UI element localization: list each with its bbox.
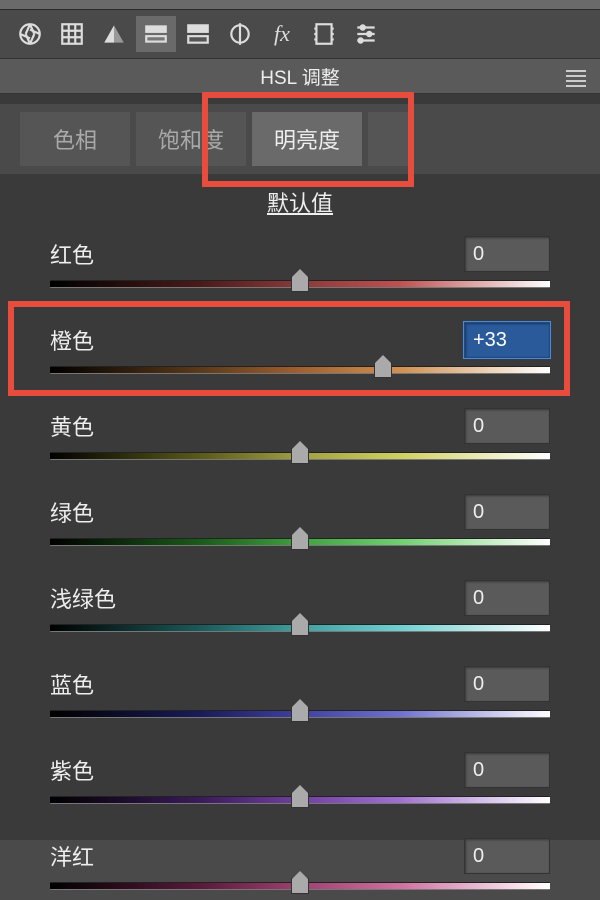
slider-thumb[interactable]	[291, 878, 309, 894]
triangle-icon[interactable]	[94, 16, 134, 52]
slider-label: 浅绿色	[50, 582, 116, 614]
grid-icon[interactable]	[52, 16, 92, 52]
slider-row-6: 紫色 0	[50, 752, 550, 814]
slider-thumb[interactable]	[291, 448, 309, 464]
panel-header: HSL 调整	[0, 58, 600, 94]
tab-row: 色相 饱和度 明亮度	[0, 104, 600, 174]
film-icon[interactable]	[304, 16, 344, 52]
slider-track[interactable]	[50, 882, 550, 900]
tab-empty[interactable]	[368, 112, 413, 166]
slider-row-5: 蓝色 0	[50, 666, 550, 728]
slider-row-0: 红色 0	[50, 236, 550, 298]
slider-value-input[interactable]: 0	[464, 666, 550, 702]
slider-row-3: 绿色 0	[50, 494, 550, 556]
tab-saturation[interactable]: 饱和度	[136, 112, 246, 166]
slider-thumb[interactable]	[291, 534, 309, 550]
panel-icon-toolbar: fx	[0, 10, 600, 58]
slider-value-input[interactable]: 0	[464, 752, 550, 788]
slider-value-input[interactable]: 0	[464, 838, 550, 874]
slider-track[interactable]	[50, 280, 550, 298]
slider-label: 橙色	[50, 324, 94, 356]
slider-label: 黄色	[50, 410, 94, 442]
slider-thumb[interactable]	[291, 276, 309, 292]
sliders-container: 红色 0 橙色 +33 黄色 0 绿色 0 浅绿色 0 蓝色 0 紫色 0 洋红 0	[0, 236, 600, 900]
panel-title: HSL 调整	[260, 63, 340, 90]
window-top-bar	[0, 0, 600, 10]
slider-track[interactable]	[50, 796, 550, 814]
lens-icon[interactable]	[220, 16, 260, 52]
slider-value-input[interactable]: 0	[464, 580, 550, 616]
panel-menu-icon[interactable]	[566, 67, 586, 90]
slider-track[interactable]	[50, 452, 550, 470]
slider-value-input[interactable]: 0	[464, 408, 550, 444]
slider-value-input[interactable]: 0	[464, 494, 550, 530]
tone-icon[interactable]	[136, 16, 176, 52]
fx-icon[interactable]: fx	[262, 16, 302, 52]
slider-track[interactable]	[50, 538, 550, 556]
split-icon[interactable]	[178, 16, 218, 52]
defaults-label[interactable]: 默认值	[0, 186, 600, 218]
slider-label: 绿色	[50, 496, 94, 528]
slider-track[interactable]	[50, 366, 550, 384]
slider-label: 蓝色	[50, 668, 94, 700]
slider-row-4: 浅绿色 0	[50, 580, 550, 642]
slider-thumb[interactable]	[374, 362, 392, 378]
slider-label: 洋红	[50, 840, 94, 872]
slider-label: 红色	[50, 238, 94, 270]
slider-row-2: 黄色 0	[50, 408, 550, 470]
aperture-icon[interactable]	[10, 16, 50, 52]
slider-thumb[interactable]	[291, 620, 309, 636]
tab-hue[interactable]: 色相	[20, 112, 130, 166]
slider-track[interactable]	[50, 710, 550, 728]
slider-track[interactable]	[50, 624, 550, 642]
slider-thumb[interactable]	[291, 706, 309, 722]
slider-value-input[interactable]: +33	[464, 322, 550, 358]
tab-luminance[interactable]: 明亮度	[252, 112, 362, 166]
slider-label: 紫色	[50, 754, 94, 786]
slider-thumb[interactable]	[291, 792, 309, 808]
slider-value-input[interactable]: 0	[464, 236, 550, 272]
sliders-icon[interactable]	[346, 16, 386, 52]
slider-row-7: 洋红 0	[50, 838, 550, 900]
slider-row-1: 橙色 +33	[50, 322, 550, 384]
